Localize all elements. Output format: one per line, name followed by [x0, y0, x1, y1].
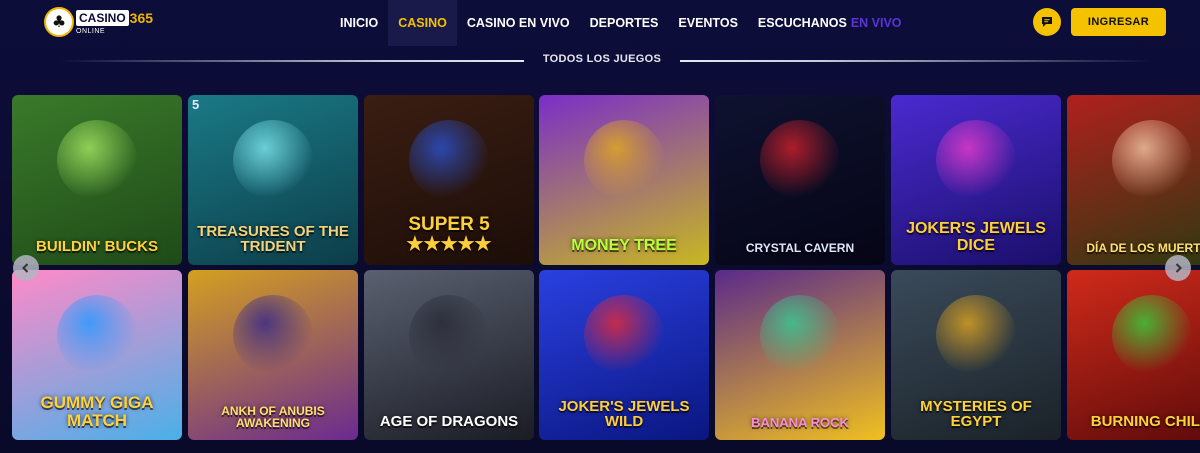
game-title: BANANA ROCK — [751, 415, 849, 431]
top-header: ♣ CASINO 365 ONLINE INICIO CASINO CASINO… — [0, 0, 1200, 46]
game-title: AGE OF DRAGONS — [379, 413, 519, 431]
section-divider-right — [680, 60, 1150, 62]
game-title: GUMMY GIGA MATCH — [40, 393, 154, 431]
game-artwork-emblem — [936, 295, 1016, 375]
login-button[interactable]: INGRESAR — [1071, 8, 1166, 36]
game-artwork-emblem — [584, 120, 664, 200]
game-tile[interactable]: DÍA DE LOS MUERTOS — [1067, 95, 1200, 265]
game-title: SUPER 5 ★★★★★ — [406, 214, 492, 256]
logo-subtitle: ONLINE — [76, 27, 106, 35]
nav-casino-en-vivo[interactable]: CASINO EN VIVO — [457, 0, 580, 46]
game-tile[interactable]: JOKER'S JEWELS DICE — [891, 95, 1061, 265]
game-title: TREASURES OF THE TRIDENT — [197, 222, 349, 256]
game-artwork-emblem — [584, 295, 664, 375]
chat-button[interactable] — [1033, 8, 1061, 36]
game-title: JOKER'S JEWELS DICE — [906, 220, 1046, 255]
logo-word-365: 365 — [129, 9, 154, 26]
game-tile[interactable]: CRYSTAL CAVERN — [715, 95, 885, 265]
game-artwork-emblem — [233, 295, 313, 375]
nav-inicio[interactable]: INICIO — [330, 0, 388, 46]
chevron-right-icon — [1175, 263, 1182, 273]
game-artwork-emblem — [57, 295, 137, 375]
game-tile[interactable]: BUILDIN' BUCKS — [12, 95, 182, 265]
game-title: ANKH OF ANUBIS AWAKENING — [221, 403, 325, 431]
game-artwork-emblem — [409, 295, 489, 375]
casino-page: ♣ CASINO 365 ONLINE INICIO CASINO CASINO… — [0, 0, 1200, 453]
main-nav: INICIO CASINO CASINO EN VIVO DEPORTES EV… — [330, 0, 912, 46]
game-title: MYSTERIES OF EGYPT — [920, 397, 1032, 431]
game-tile[interactable]: 5 TREASURES OF THE TRIDENT — [188, 95, 358, 265]
game-tile[interactable]: MYSTERIES OF EGYPT — [891, 270, 1061, 440]
nav-deportes[interactable]: DEPORTES — [580, 0, 669, 46]
nav-casino[interactable]: CASINO — [388, 0, 457, 46]
game-title: CRYSTAL CAVERN — [745, 241, 855, 256]
chevron-left-icon — [22, 263, 29, 273]
chat-bubble-icon — [1042, 17, 1052, 27]
game-artwork-emblem — [760, 120, 840, 200]
game-tile[interactable]: BURNING CHILLI — [1067, 270, 1200, 440]
game-tile[interactable]: JOKER'S JEWELS WILD — [539, 270, 709, 440]
carousel-prev-button[interactable] — [13, 255, 39, 281]
game-artwork-emblem — [1112, 295, 1192, 375]
game-tile[interactable]: BANANA ROCK — [715, 270, 885, 440]
game-title: BURNING CHILLI — [1090, 413, 1200, 431]
game-artwork-emblem — [1112, 120, 1192, 200]
game-title: MONEY TREE — [571, 237, 677, 255]
nav-escuchanos-en-vivo[interactable]: ESCUCHANOS EN VIVO — [748, 0, 912, 46]
game-title: DÍA DE LOS MUERTOS — [1086, 241, 1200, 256]
game-tile[interactable]: SUPER 5 ★★★★★ — [364, 95, 534, 265]
game-tile[interactable]: GUMMY GIGA MATCH — [12, 270, 182, 440]
logo-word-casino: CASINO — [76, 9, 129, 26]
game-artwork-emblem — [760, 295, 840, 375]
game-title: JOKER'S JEWELS WILD — [558, 397, 690, 431]
game-tile[interactable]: AGE OF DRAGONS — [364, 270, 534, 440]
game-artwork-emblem — [936, 120, 1016, 200]
section-title: TODOS LOS JUEGOS — [542, 53, 662, 65]
game-artwork-emblem — [57, 120, 137, 200]
carousel-next-button[interactable] — [1165, 255, 1191, 281]
game-artwork-emblem — [233, 120, 313, 200]
game-provider-badge: 5 — [192, 97, 200, 112]
nav-escuchanos-label: ESCUCHANOS — [757, 16, 847, 30]
game-title: BUILDIN' BUCKS — [36, 238, 158, 256]
game-tile[interactable]: MONEY TREE — [539, 95, 709, 265]
section-divider-left — [60, 60, 524, 62]
casino365-logo[interactable]: ♣ CASINO 365 ONLINE — [44, 4, 164, 40]
nav-eventos[interactable]: EVENTOS — [668, 0, 748, 46]
nav-live-label: EN VIVO — [850, 16, 902, 30]
game-artwork-emblem — [409, 120, 489, 200]
game-tile[interactable]: ANKH OF ANUBIS AWAKENING — [188, 270, 358, 440]
clover-icon: ♣ — [44, 7, 74, 37]
